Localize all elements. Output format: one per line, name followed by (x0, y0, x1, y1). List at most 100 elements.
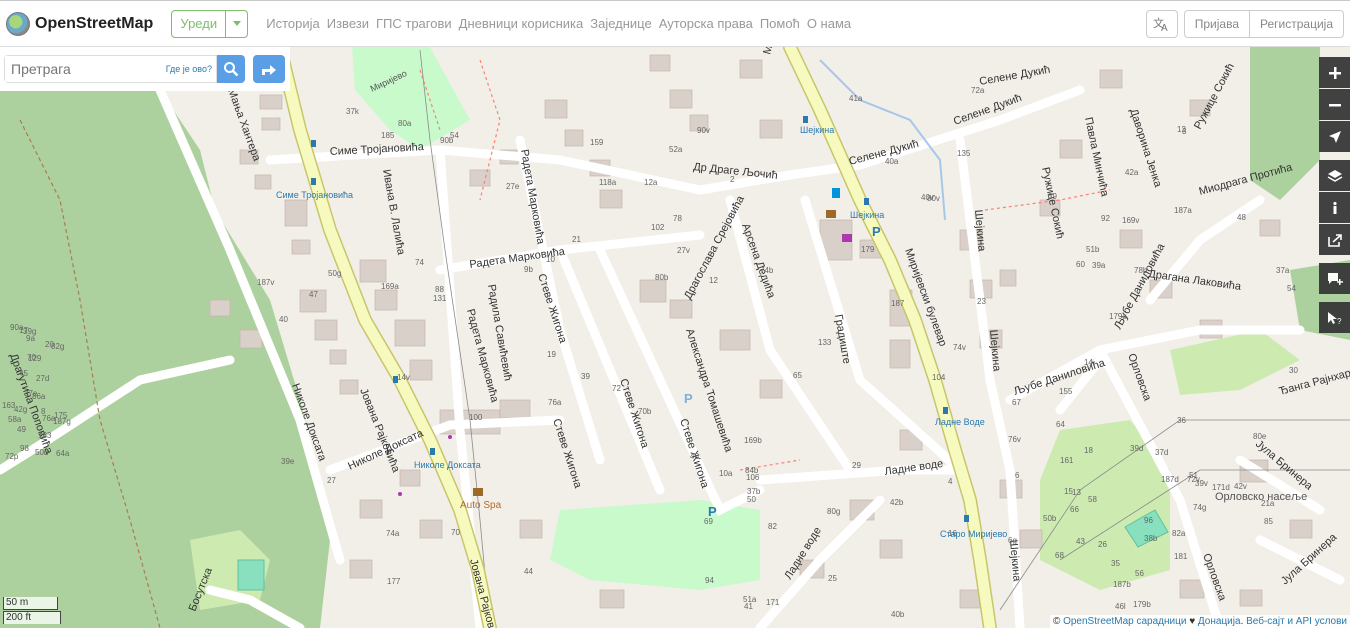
house-number: 41a (849, 94, 863, 103)
minus-icon (1328, 103, 1341, 106)
edit-button[interactable]: Уреди (171, 9, 227, 38)
house-number: 46 (690, 452, 699, 461)
house-number: 74a (386, 529, 400, 538)
nav-help[interactable]: Помоћ (760, 16, 800, 31)
scale-imperial: 200 ft (3, 611, 61, 624)
bus-stop-icon (943, 407, 948, 414)
copyright-symbol: © (1052, 616, 1061, 627)
edit-dropdown-toggle[interactable] (226, 9, 249, 38)
nav-export[interactable]: Извези (327, 16, 369, 31)
house-number: 129 (28, 354, 42, 363)
share-button[interactable] (1319, 224, 1350, 255)
house-number: 50b (1043, 514, 1057, 523)
top-navbar: OpenStreetMap Уреди Историја Извези ГПС … (0, 0, 1350, 47)
house-number: 181 (1174, 552, 1188, 561)
house-number: 13 (1072, 488, 1081, 497)
house-number: 67 (1012, 398, 1021, 407)
add-note-button[interactable] (1319, 263, 1350, 294)
house-number: 106 (746, 473, 760, 482)
house-number: 86a (32, 392, 46, 401)
where-am-i-link[interactable]: Где је ово? (166, 64, 212, 74)
house-number: 43 (1076, 537, 1085, 546)
layers-icon (1327, 169, 1342, 182)
house-number: 94 (705, 576, 714, 585)
nav-communities[interactable]: Заједнице (590, 16, 651, 31)
info-icon (1332, 201, 1337, 214)
house-number: 68 (1055, 551, 1064, 560)
house-number: 35 (1111, 559, 1120, 568)
house-number: 72 (612, 384, 621, 393)
house-number: 76a (548, 398, 562, 407)
attribution-separator: . (1240, 616, 1244, 627)
edit-button-group: Уреди (171, 9, 249, 38)
house-number: 58a (8, 415, 22, 424)
house-number: 40a (885, 157, 899, 166)
layers-button[interactable] (1319, 160, 1350, 191)
parking-icon: P (684, 391, 693, 406)
nav-gps-traces[interactable]: ГПС трагови (376, 16, 452, 31)
language-button[interactable]: 文A (1145, 9, 1178, 38)
pitch-sw (237, 559, 265, 591)
zoom-out-button[interactable] (1319, 89, 1350, 120)
attribution: © OpenStreetMap сарадници ♥ Донација. Ве… (1049, 615, 1350, 628)
zoom-in-button[interactable] (1319, 57, 1350, 88)
signup-link[interactable]: Регистрација (1249, 10, 1343, 37)
directions-button[interactable] (253, 55, 285, 83)
house-number: 9b (524, 265, 533, 274)
house-number: 74g (1193, 503, 1206, 512)
osm-contributors-link[interactable]: OpenStreetMap сарадници (1063, 616, 1186, 627)
nav-about[interactable]: О нама (807, 16, 851, 31)
house-number: 37d (1155, 448, 1168, 457)
house-number: 42a (1125, 168, 1139, 177)
bus-stop-label: Николе Доксата (414, 460, 481, 470)
login-link[interactable]: Пријава (1185, 11, 1249, 37)
house-number: 39a (1092, 261, 1106, 270)
house-number: 58 (1088, 495, 1097, 504)
house-number: 118a (599, 178, 617, 187)
shop-icon (842, 234, 852, 242)
house-number: 66 (1070, 505, 1079, 514)
search-submit-button[interactable] (217, 55, 245, 83)
house-number: 21 (572, 235, 581, 244)
house-number: 14v (397, 373, 410, 382)
house-number: 60 (1076, 260, 1085, 269)
bus-stop-icon (311, 140, 316, 147)
house-number: 40b (891, 610, 905, 619)
house-number: 177 (387, 577, 401, 586)
donate-link[interactable]: Донација (1198, 616, 1241, 627)
house-number: 96 (1144, 516, 1153, 525)
nav-copyright[interactable]: Ауторска права (659, 16, 753, 31)
svg-text:A: A (1161, 23, 1168, 32)
house-number: 187b (1113, 580, 1131, 589)
plus-icon (1328, 66, 1341, 79)
terms-link[interactable]: Веб-сајт и API услови (1246, 616, 1347, 627)
house-number: 187d (1161, 475, 1179, 484)
house-number: 27d (36, 374, 49, 383)
car-wash-icon (473, 488, 483, 496)
house-number: 25 (828, 574, 837, 583)
house-number: 39d (1130, 444, 1143, 453)
nav-user-diaries[interactable]: Дневници корисника (459, 16, 584, 31)
house-number: 45 (19, 369, 28, 378)
house-number: 56 (1135, 569, 1144, 578)
house-number: 185 (381, 131, 395, 140)
locate-button[interactable] (1319, 121, 1350, 152)
house-number: 2 (730, 175, 735, 184)
bus-stop-icon (430, 448, 435, 455)
house-number: 85 (1264, 517, 1273, 526)
house-number: 27v (677, 246, 690, 255)
nav-history[interactable]: Историја (266, 16, 320, 31)
house-number: 15 (1064, 487, 1073, 496)
house-number: 183 (38, 431, 52, 440)
query-features-button[interactable]: ? (1319, 302, 1350, 333)
house-number: 69 (704, 517, 713, 526)
house-number: 10 (546, 255, 555, 264)
house-number: 65 (793, 371, 802, 380)
map-key-button[interactable] (1319, 192, 1350, 223)
map-canvas[interactable]: Јована Рајковића Јована Рајковића Николе… (0, 47, 1350, 628)
brand-logo[interactable]: OpenStreetMap (6, 1, 153, 46)
search-field: Где је ово? (4, 55, 217, 83)
house-number: 4 (948, 477, 953, 486)
note-add-icon (1327, 272, 1343, 285)
search-bar: Где је ово? (0, 47, 290, 91)
